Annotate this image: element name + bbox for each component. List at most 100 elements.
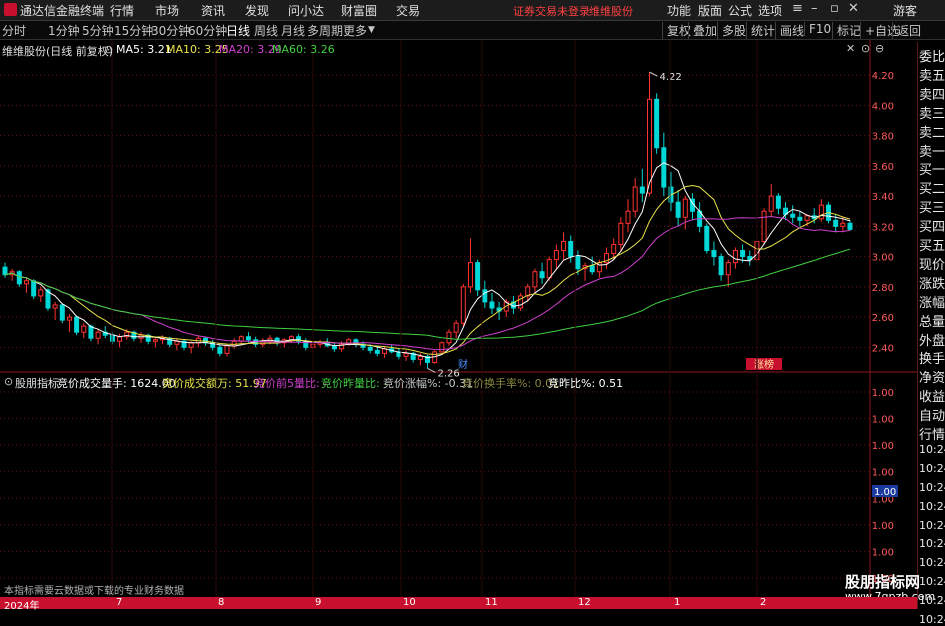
menu-item-quotes[interactable]: 行情	[110, 2, 134, 19]
candle-body	[761, 210, 767, 242]
menu-item-formula[interactable]: 公式	[728, 2, 752, 19]
ma20-line	[4, 215, 851, 351]
main-chart-title: 维维股份(日线 前复权)	[2, 45, 114, 58]
menu-item-wealth[interactable]: 财富圈	[341, 2, 377, 19]
candle-body	[367, 346, 373, 351]
legend-auction-turnover: 竞价换手率%: 0.01	[462, 377, 560, 390]
period-15min[interactable]: 15分钟	[114, 22, 153, 39]
legend-auction-amount: 竞价成交额万: 51.97	[162, 377, 267, 390]
legend-auction-volume: 竞价成交量手: 1624.00	[57, 377, 176, 390]
main-panel-settings-icon[interactable]: ⊙	[861, 42, 870, 55]
tool-mark[interactable]: 标记	[832, 22, 861, 39]
finance-marker: 财	[458, 358, 468, 371]
y-tick-label: 4.20	[872, 71, 894, 82]
candle-body	[589, 265, 595, 273]
period-30min[interactable]: 30分钟	[151, 22, 190, 39]
candle-body	[52, 304, 58, 309]
main-panel-close-icon[interactable]: ✕	[846, 42, 855, 55]
menu-item-options[interactable]: 选项	[758, 2, 782, 19]
candle-body	[661, 147, 667, 188]
x-label: 7	[116, 597, 123, 608]
sidebar-item: 买五	[919, 239, 945, 254]
menu-item-discover[interactable]: 发现	[245, 2, 269, 19]
menu-item-news[interactable]: 资讯	[201, 2, 225, 19]
x-label: 1	[674, 597, 681, 608]
tool-multistock[interactable]: 多股	[717, 22, 746, 39]
candle-body	[611, 243, 617, 255]
candle-body	[453, 322, 459, 333]
guest-label[interactable]: 游客	[893, 2, 917, 19]
legend-auction-ratio: 竞昨比%: 0.51	[548, 377, 624, 390]
candle-body	[23, 280, 29, 285]
menu-item-market[interactable]: 市场	[155, 2, 179, 19]
period-intraday[interactable]: 分时	[2, 22, 26, 39]
time-axis[interactable]	[0, 597, 917, 609]
period-monthly[interactable]: 月线	[281, 22, 305, 39]
maximize-icon[interactable]: ▫	[830, 1, 839, 16]
x-label: 2	[760, 597, 767, 608]
tool-overlay[interactable]: 叠加	[688, 22, 717, 39]
menu-item-ask[interactable]: 问小达	[288, 2, 324, 19]
sidebar-item: 换手	[919, 352, 945, 368]
sidebar-item: 10:24	[919, 442, 945, 456]
kline-chart[interactable]: 4.20 4.00 3.80 3.60 3.40 3.20 3.00 2.80 2.60 2.40…	[0, 40, 917, 597]
y-tick-label: 3.40	[872, 192, 894, 203]
period-5min[interactable]: 5分钟	[82, 22, 114, 39]
sub-y-tick-label: 1.00	[872, 415, 894, 426]
sub-legend-settings-icon[interactable]: ⊙	[4, 375, 13, 388]
menu-item-function[interactable]: 功能	[667, 2, 691, 19]
sub-y-tick-label: 1.00	[872, 441, 894, 452]
main-panel-collapse-icon[interactable]: ⊖	[875, 42, 884, 55]
more-chevron-icon[interactable]: ▼	[368, 25, 375, 35]
period-daily[interactable]: 日线	[226, 22, 250, 39]
period-1min[interactable]: 1分钟	[48, 22, 80, 39]
legend-auction-top5-ratio: 竞价前5量比: -	[254, 377, 328, 390]
candle-body	[460, 286, 466, 324]
sidebar-item: 10:24	[919, 613, 945, 626]
candle-body	[790, 213, 796, 218]
period-toolbar: 分时 1分钟 5分钟 15分钟 30分钟 60分钟 日线 周线 月线 多周期 更…	[0, 21, 945, 40]
sidebar-item: 净资	[919, 371, 945, 387]
menu-item-trade[interactable]: 交易	[396, 2, 420, 19]
tool-adjust[interactable]: 复权	[662, 22, 691, 39]
candle-body	[374, 349, 380, 354]
close-icon[interactable]: ✕	[848, 1, 859, 16]
candle-body	[38, 289, 44, 297]
candle-body	[88, 325, 94, 339]
sidebar-item: 委比	[919, 50, 945, 65]
candle-body	[632, 186, 638, 212]
tool-stats[interactable]: 统计	[746, 22, 775, 39]
tool-f10[interactable]: F10	[804, 22, 831, 36]
tool-draw[interactable]: 画线	[775, 22, 804, 39]
candle-body	[725, 262, 731, 276]
period-multi[interactable]: 多周期	[307, 22, 343, 39]
period-weekly[interactable]: 周线	[254, 22, 278, 39]
login-warning[interactable]: 证券交易未登录	[513, 3, 590, 19]
sidebar-item: 10:24	[919, 461, 945, 475]
candle-body	[768, 195, 774, 212]
candle-body	[224, 345, 230, 354]
sub-y-tick-label: 1.00	[872, 547, 894, 558]
candle-body	[682, 198, 688, 218]
period-60min[interactable]: 60分钟	[188, 22, 227, 39]
y-tick-label: 2.80	[872, 283, 894, 294]
menu-icon[interactable]: ≡	[792, 1, 803, 16]
minimize-icon[interactable]: –	[811, 1, 818, 16]
x-label: 10	[403, 597, 416, 608]
menu-item-layout[interactable]: 版面	[698, 2, 722, 19]
sidebar-item: 自动	[919, 409, 945, 425]
sidebar-item: 买二	[919, 182, 945, 198]
x-label: 8	[218, 597, 225, 608]
sidebar-item: 10:24	[919, 518, 945, 532]
candle-body	[245, 336, 251, 341]
candle-body	[446, 331, 452, 344]
sidebar-item: 卖五	[919, 68, 945, 84]
tool-back[interactable]: 返回	[892, 22, 921, 39]
candle-body	[797, 216, 803, 221]
candle-body	[833, 219, 839, 227]
legend-settings-icon[interactable]: ⊙	[104, 43, 113, 56]
candle-body	[467, 262, 473, 288]
candle-body	[532, 271, 538, 288]
sidebar-item: 涨幅	[919, 295, 945, 311]
period-more[interactable]: 更多	[343, 22, 367, 39]
